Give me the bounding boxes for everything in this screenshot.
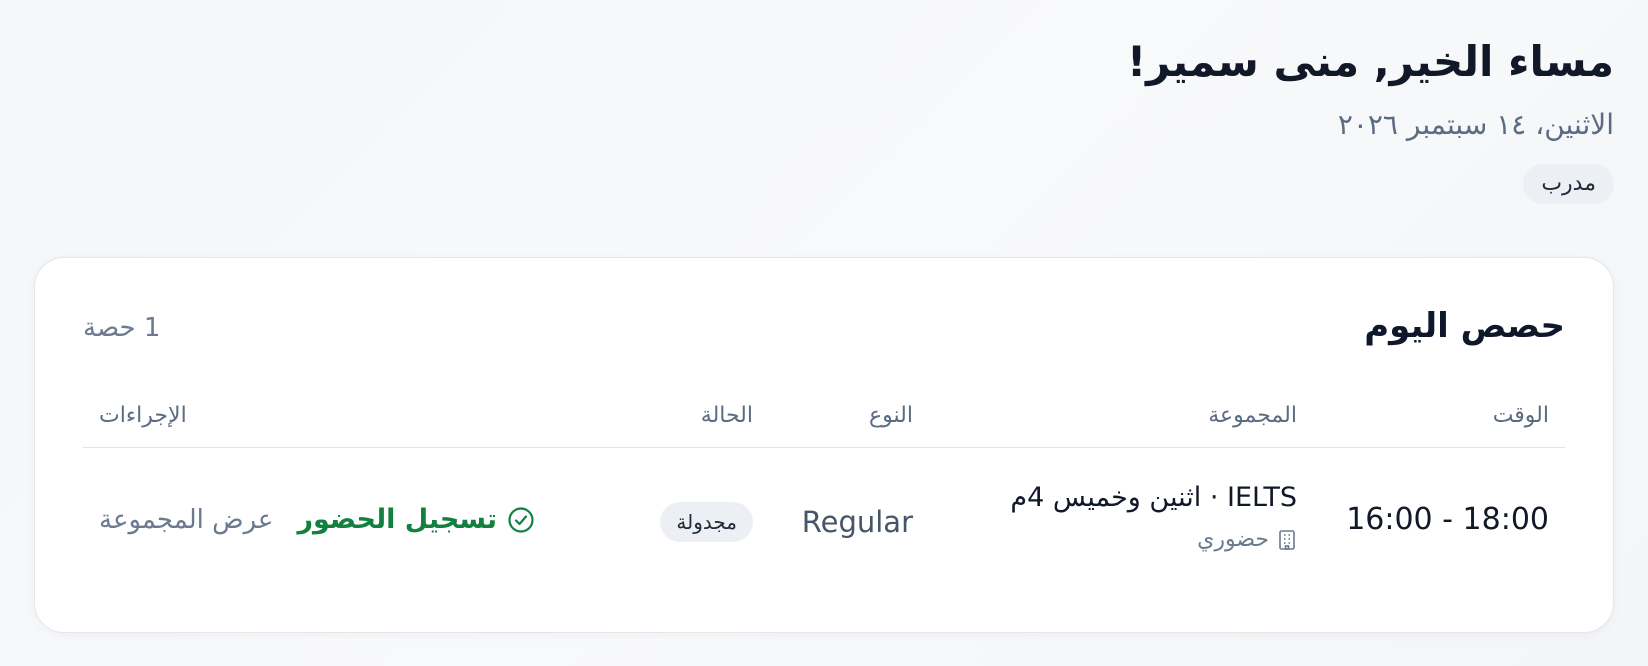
page-header: مساء الخير, منى سمير! الاثنين، ١٤ سبتمبر… (1126, 32, 1615, 204)
session-time: 16:00 - 18:00 (1346, 502, 1549, 537)
record-attendance-label: تسجيل الحضور (297, 504, 497, 535)
greeting-title: مساء الخير, منى سمير! (1126, 37, 1615, 86)
dashboard-page: مساء الخير, منى سمير! الاثنين، ١٤ سبتمبر… (0, 0, 1648, 666)
view-group-link[interactable]: عرض المجموعة (99, 498, 273, 542)
column-header-time: الوقت (1492, 403, 1549, 428)
column-header-status: الحالة (700, 403, 753, 428)
session-count: 1 حصة (83, 313, 161, 343)
role-badge: مدرب (1523, 164, 1614, 204)
table-header: الوقت المجموعة النوع الحالة الإجراءات (83, 398, 1565, 448)
building-icon (1279, 530, 1295, 550)
today-sessions-card: حصص اليوم 1 حصة الوقت المجموعة النوع الح… (34, 257, 1614, 633)
column-header-group: المجموعة (1208, 403, 1297, 428)
session-type: Regular (801, 505, 913, 539)
column-header-type: النوع (869, 403, 913, 428)
current-date: الاثنين، ١٤ سبتمبر ٢٠٢٦ (1337, 108, 1614, 141)
row-actions: تسجيل الحضور عرض المجموعة (99, 498, 535, 542)
group-name: IELTS · اثنين وخميس 4م (1010, 482, 1297, 513)
record-attendance-button[interactable]: تسجيل الحضور (297, 498, 535, 542)
card-title: حصص اليوم (1364, 306, 1565, 346)
column-header-actions: الإجراءات (99, 403, 187, 428)
group-mode-label: حضوري (1197, 527, 1269, 552)
group-mode: حضوري (1197, 524, 1297, 556)
table-row: 16:00 - 18:00 IELTS · اثنين وخميس 4م حضو… (83, 482, 1565, 578)
status-badge: مجدولة (660, 502, 753, 542)
check-circle-icon (508, 507, 534, 533)
